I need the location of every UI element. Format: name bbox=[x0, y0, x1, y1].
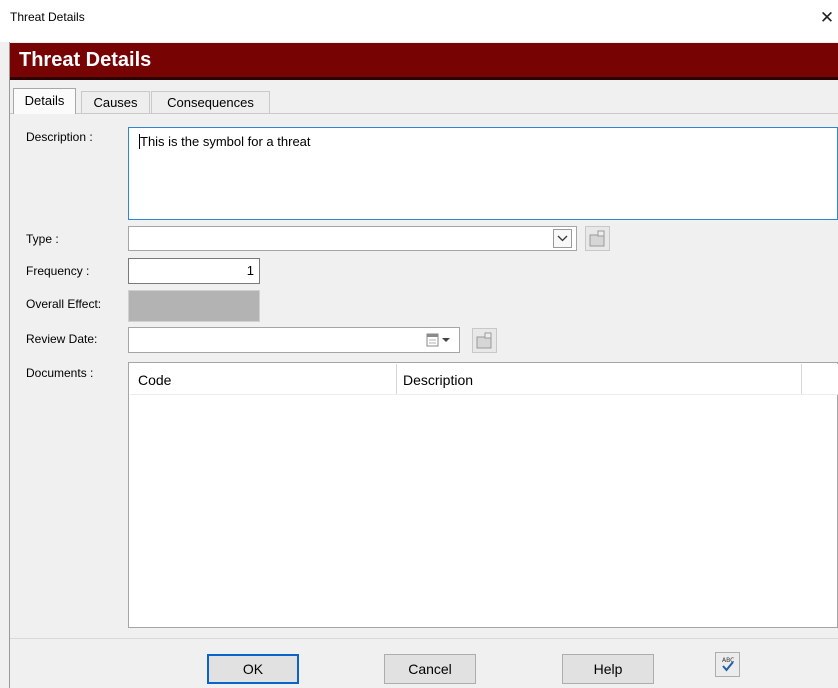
calendar-icon[interactable] bbox=[426, 333, 454, 350]
window-titlebar: Threat Details ✕ bbox=[0, 0, 838, 42]
chevron-down-icon[interactable] bbox=[553, 229, 572, 248]
type-label: Type : bbox=[26, 232, 59, 246]
column-divider[interactable] bbox=[396, 364, 397, 394]
review-date-input[interactable] bbox=[128, 327, 460, 353]
banner-title: Threat Details bbox=[19, 49, 152, 71]
lookup-icon bbox=[476, 332, 492, 349]
frequency-label: Frequency : bbox=[26, 264, 90, 278]
description-value[interactable]: This is the symbol for a threat bbox=[140, 134, 311, 149]
type-lookup-button[interactable] bbox=[585, 226, 610, 251]
overall-effect-label: Overall Effect: bbox=[26, 297, 102, 311]
column-header-description[interactable]: Description bbox=[403, 372, 473, 388]
column-header-code[interactable]: Code bbox=[138, 372, 171, 388]
tab-consequences[interactable]: Consequences bbox=[151, 91, 270, 113]
header-banner: Threat Details bbox=[10, 43, 838, 80]
window-title: Threat Details bbox=[10, 10, 85, 24]
close-icon[interactable]: ✕ bbox=[816, 6, 838, 30]
type-select[interactable] bbox=[128, 226, 577, 251]
lookup-icon bbox=[589, 230, 605, 247]
overall-effect-swatch[interactable] bbox=[128, 290, 260, 322]
spellcheck-icon: ABC bbox=[722, 657, 734, 672]
review-date-lookup-button[interactable] bbox=[472, 328, 497, 353]
tab-divider bbox=[10, 113, 838, 114]
documents-label: Documents : bbox=[26, 366, 94, 380]
column-divider[interactable] bbox=[801, 364, 802, 394]
description-label: Description : bbox=[26, 130, 93, 144]
help-button[interactable]: Help bbox=[562, 654, 654, 684]
review-date-label: Review Date: bbox=[26, 332, 98, 346]
cancel-button[interactable]: Cancel bbox=[384, 654, 476, 684]
tab-causes[interactable]: Causes bbox=[81, 91, 150, 113]
footer-divider bbox=[10, 638, 838, 639]
tab-details[interactable]: Details bbox=[13, 88, 76, 114]
frequency-input[interactable]: 1 bbox=[128, 258, 260, 284]
documents-table-header bbox=[130, 364, 838, 395]
spellcheck-button[interactable]: ABC bbox=[715, 652, 740, 677]
window-border bbox=[9, 42, 10, 688]
documents-table[interactable] bbox=[128, 362, 838, 628]
ok-button[interactable]: OK bbox=[207, 654, 299, 684]
